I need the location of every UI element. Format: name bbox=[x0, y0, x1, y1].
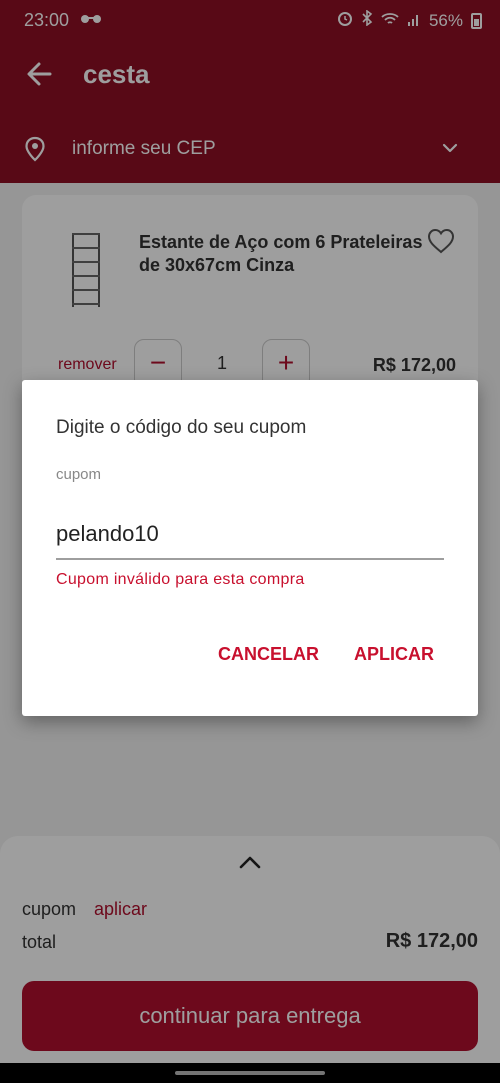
coupon-code-input[interactable] bbox=[56, 518, 444, 560]
apply-button[interactable]: APLICAR bbox=[354, 644, 434, 665]
dialog-title: Digite o código do seu cupom bbox=[56, 417, 307, 438]
coupon-dialog: Digite o código do seu cupom cupom Cupom… bbox=[22, 380, 478, 716]
coupon-field-label: cupom bbox=[56, 466, 102, 483]
coupon-error-message: Cupom inválido para esta compra bbox=[56, 571, 305, 588]
cancel-button[interactable]: CANCELAR bbox=[218, 644, 319, 665]
